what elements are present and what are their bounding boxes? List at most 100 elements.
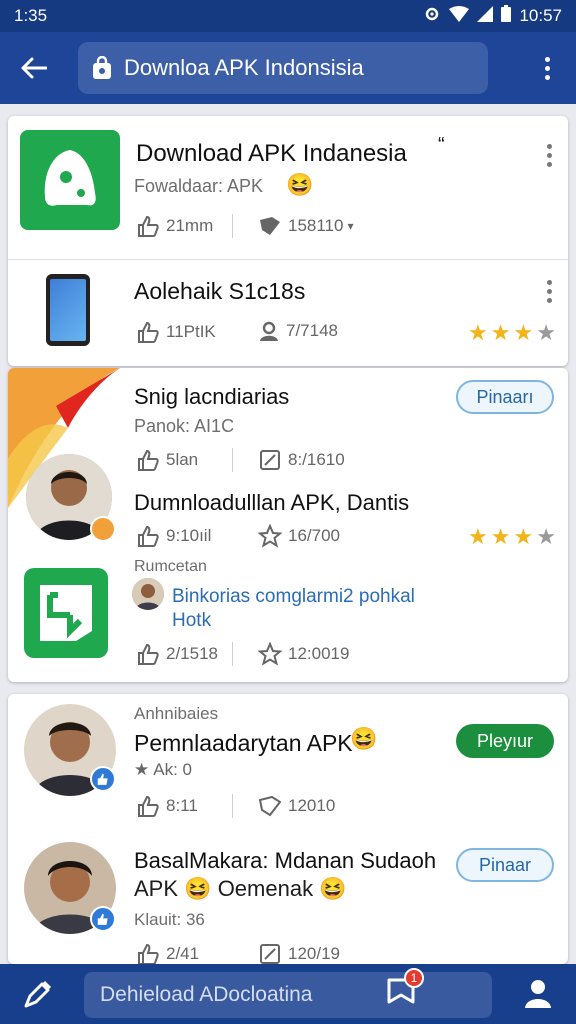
second-shares-stat: 120/19	[258, 942, 340, 964]
thumb-up-icon	[138, 449, 159, 471]
device-likes-stat: 11PtIK	[136, 320, 216, 344]
stat-divider	[232, 448, 233, 472]
app-icon-green[interactable]	[20, 130, 120, 230]
device-likes-count: 11PtIK	[166, 322, 216, 341]
second-user-sub: Klauit: 36	[134, 910, 205, 929]
second-user-extra: Oemenak	[217, 876, 314, 901]
emoji-icon: 😆	[184, 876, 212, 901]
bottom-search-text: Dehieload ADocloatina	[100, 983, 313, 1006]
wifi-icon	[449, 5, 470, 27]
battery-icon	[501, 5, 512, 27]
profile-button[interactable]	[524, 978, 552, 1013]
user-likes-stat: 8:11	[136, 794, 198, 818]
settings-status-icon	[423, 5, 441, 28]
likes-stat: 21mm	[136, 214, 213, 238]
second-likes-count: 2/41	[166, 944, 200, 963]
app-bar: Downloa APK Indonsisia	[0, 32, 576, 104]
edit-icon	[260, 450, 280, 470]
device-title: Aolehaik S1c18s	[134, 278, 306, 304]
inbox-button[interactable]: 1	[386, 968, 424, 1011]
comment-link[interactable]: Binkorias comglarmi2 pohkal	[172, 586, 415, 608]
section-edits-stat: 8:/1610	[258, 448, 345, 472]
device-menu-icon[interactable]	[545, 280, 553, 303]
app-card-featured: Download APK Indanesia “ Fowaldaar: APK …	[8, 116, 568, 366]
app-card-list: Snig lacndiarias Panok: AI1C Pinaarı 5la…	[8, 368, 568, 682]
item-rating: ★ ★ ★ ★	[468, 526, 556, 548]
emoji-icon: 😆	[319, 876, 347, 901]
item-stars-count: 16/700	[288, 526, 340, 545]
app-title: Download APK Indanesia	[136, 140, 407, 167]
crop-likes-count: 2/1518	[166, 644, 218, 663]
section-edits-count: 8:/1610	[288, 450, 345, 469]
star-empty-icon: ★	[536, 524, 556, 549]
thumb-up-icon	[138, 795, 159, 817]
second-likes-stat: 2/41	[136, 942, 199, 964]
edit-pen-icon	[24, 980, 52, 1008]
compose-button[interactable]	[22, 978, 54, 1015]
card-divider	[8, 259, 568, 260]
star-empty-icon: ★	[536, 320, 556, 345]
device-users-count: 7/7148	[286, 321, 338, 340]
crop-stars-stat: 12:0019	[258, 642, 349, 666]
bottom-nav: Dehieload ADocloatina 1	[0, 964, 576, 1024]
comments-label: Rumcetan	[134, 558, 207, 575]
tag-icon	[260, 217, 280, 235]
status-clock: 10:57	[519, 6, 562, 25]
phone-icon[interactable]	[46, 274, 90, 346]
crop-likes-stat: 2/1518	[136, 642, 218, 666]
user-likes-count: 8:11	[166, 796, 198, 815]
store-bag-icon	[92, 56, 112, 80]
second-user-app: APK	[134, 876, 179, 901]
user-icon	[260, 321, 278, 341]
like-badge-icon	[90, 906, 116, 932]
title-suffix: “	[438, 134, 445, 156]
notification-badge: 1	[404, 968, 424, 988]
section-likes-count: 5lan	[166, 450, 199, 469]
item-likes-stat: 9:10ıil	[136, 524, 211, 548]
orange-badge-icon	[90, 516, 116, 542]
device-rating: ★ ★ ★ ★	[468, 322, 556, 344]
secondary-action-button[interactable]: Pinaar	[456, 848, 554, 882]
user-sub: ★ Ak: 0	[134, 760, 192, 780]
emoji-icon: 😆	[286, 172, 314, 197]
back-button[interactable]	[14, 48, 54, 88]
star-icon: ★	[134, 760, 150, 779]
section-title: Snig lacndiarias	[134, 384, 290, 409]
star-icon: ★	[468, 524, 488, 549]
item-title: Dumnloadulllan APK, Dantis	[134, 490, 410, 515]
search-input[interactable]: Downloa APK Indonsisia	[78, 42, 488, 94]
card-menu-icon[interactable]	[545, 144, 553, 167]
user-card: Anhnibaies Pemnlaadarytan APK 😆 Pleyıur …	[8, 694, 568, 964]
user-sub-text: Ak: 0	[153, 760, 192, 779]
thumb-up-icon	[138, 525, 159, 547]
star-icon: ★	[513, 524, 534, 549]
more-vert-icon	[543, 56, 551, 80]
person-icon	[525, 980, 551, 1008]
comment-link-line2[interactable]: Hotk	[172, 610, 211, 632]
commenter-avatar[interactable]	[132, 578, 164, 610]
star-icon: ★	[513, 320, 534, 345]
star-outline-icon	[258, 524, 282, 548]
signal-icon	[477, 5, 494, 27]
second-shares-count: 120/19	[288, 944, 340, 963]
bottom-search-input[interactable]: Dehieload ADocloatina	[84, 972, 492, 1018]
star-icon: ★	[490, 524, 511, 549]
tag-icon	[258, 795, 282, 817]
primary-action-button[interactable]: Pinaarı	[456, 380, 554, 414]
item-likes-count: 9:10ıil	[166, 526, 212, 545]
user-label: Anhnibaies	[134, 704, 219, 723]
thumb-up-icon	[138, 943, 159, 964]
reviews-caret-icon: ▾	[347, 219, 354, 233]
play-button[interactable]: Pleyıur	[456, 724, 554, 758]
search-text: Downloa APK Indonsisia	[124, 55, 364, 80]
notification-count: 1	[410, 971, 418, 985]
thumb-up-icon	[138, 643, 159, 665]
back-arrow-icon	[21, 57, 47, 79]
like-badge-icon	[90, 766, 116, 792]
app-icon-crop[interactable]	[24, 568, 108, 658]
emoji-icon: 😆	[350, 726, 378, 751]
star-outline-icon	[258, 642, 282, 666]
overflow-menu-button[interactable]	[532, 56, 562, 80]
crop-stars-count: 12:0019	[288, 644, 350, 663]
reviews-stat: 158110 ▾	[258, 214, 354, 238]
